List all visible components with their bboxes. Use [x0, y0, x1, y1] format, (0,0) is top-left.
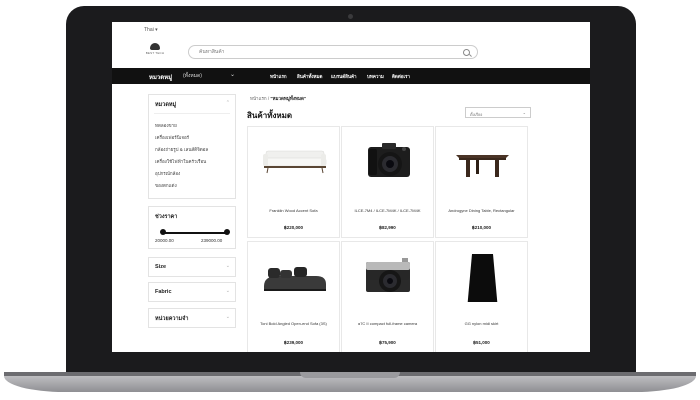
store-logo[interactable]: BEST TECH: [145, 43, 165, 57]
nav-category-sub[interactable]: (ทั้งหมด): [183, 72, 202, 80]
product-price: ฿239,000: [283, 340, 304, 345]
language-selector[interactable]: Thai ▾: [144, 27, 158, 33]
logo-mark-icon: [150, 43, 160, 50]
price-panel-title: ช่วงราคา: [155, 214, 178, 220]
main-nav: หมวดหมู่ (ทั้งหมด) ⌄ หน้าแรก สินค้าทั้งห…: [112, 68, 590, 84]
camera-icon: [348, 14, 353, 19]
product-price: ฿220,000: [283, 225, 304, 230]
search-input[interactable]: [199, 49, 449, 55]
price-slider-track[interactable]: [162, 232, 228, 234]
product-price: ฿210,000: [471, 225, 492, 230]
browser-screen: Thai ▾ BEST TECH หมวดหมู่ (ทั้งหมด) ⌄ หน…: [112, 22, 590, 352]
product-name[interactable]: Toni Bold Angled Open-end Sofa (3S): [254, 321, 333, 327]
breadcrumb-separator: /: [267, 96, 270, 101]
product-name[interactable]: ILCE-7M4 / ILCE-7M4K / ILCE-7M4K: [348, 208, 427, 214]
category-link[interactable]: เครื่องใช้ไฟฟ้าในครัวเรือน: [155, 158, 206, 165]
filter-size-title: Size: [155, 264, 167, 270]
price-slider-min-handle[interactable]: [160, 229, 166, 235]
product-card[interactable]: GG nylon midi skirt ฿51,000: [435, 241, 528, 352]
product-name[interactable]: Franklin Wood Accent Sofa: [254, 208, 333, 214]
chevron-down-icon[interactable]: ⌄: [226, 263, 230, 269]
nav-item-brands[interactable]: แบรนด์สินค้า: [331, 73, 357, 80]
product-image-camera[interactable]: [352, 137, 425, 187]
product-card[interactable]: Toni Bold Angled Open-end Sofa (3S) ฿239…: [247, 241, 340, 352]
chevron-down-icon[interactable]: ⌄: [230, 71, 235, 78]
category-link[interactable]: ของตกแต่ง: [155, 182, 177, 189]
filter-memory-title: หน่วยความจำ: [155, 316, 189, 322]
chevron-down-icon[interactable]: ⌄: [226, 314, 230, 320]
nav-item-home[interactable]: หน้าแรก: [270, 73, 287, 80]
filter-fabric-title: Fabric: [155, 289, 172, 295]
chevron-up-icon[interactable]: ⌃: [226, 100, 230, 106]
breadcrumb-home[interactable]: หน้าแรก: [250, 96, 267, 101]
product-card[interactable]: Franklin Wood Accent Sofa ฿220,000: [247, 126, 340, 238]
category-link[interactable]: กล้องถ่ายรูป & เลนส์ดิจิตอล: [155, 146, 208, 153]
breadcrumb: หน้าแรก / "หมวดหมู่ทั้งหมด": [250, 95, 306, 102]
category-link[interactable]: อุปกรณ์กล้อง: [155, 170, 180, 177]
filter-size[interactable]: Size ⌄: [148, 257, 236, 277]
chevron-down-icon: ⌄: [522, 110, 526, 115]
nav-item-articles[interactable]: บทความ: [367, 73, 384, 80]
category-link[interactable]: ทดลองขาย: [155, 122, 177, 129]
product-card[interactable]: Androgyne Dining Table, Rectangular ฿210…: [435, 126, 528, 238]
nav-category-label[interactable]: หมวดหมู่: [149, 72, 172, 82]
product-card[interactable]: ILCE-7M4 / ILCE-7M4K / ILCE-7M4K ฿82,990: [341, 126, 434, 238]
category-link[interactable]: เครื่องเฟอร์นิเจอร์: [155, 134, 189, 141]
product-name[interactable]: Androgyne Dining Table, Rectangular: [442, 208, 521, 214]
product-image-sofa[interactable]: [258, 252, 331, 302]
nav-item-all-products[interactable]: สินค้าทั้งหมด: [297, 73, 322, 80]
category-panel: หมวดหมู่ ⌃ ทดลองขาย เครื่องเฟอร์นิเจอร์ …: [148, 94, 236, 199]
search-icon[interactable]: [463, 49, 470, 56]
price-max-value: 239000.00: [201, 238, 223, 243]
filter-fabric[interactable]: Fabric ⌄: [148, 282, 236, 302]
product-price: ฿82,990: [379, 225, 396, 230]
category-panel-title: หมวดหมู่: [155, 102, 177, 108]
sort-label: ตั้งเรียง: [470, 112, 483, 117]
chevron-down-icon[interactable]: ⌄: [226, 288, 230, 294]
product-price: ฿51,000: [473, 340, 490, 345]
product-card[interactable]: α7C II compact full-frame camera ฿75,900: [341, 241, 434, 352]
price-min-value: 20000.00: [155, 238, 174, 243]
product-image-skirt[interactable]: [446, 252, 519, 302]
product-name[interactable]: α7C II compact full-frame camera: [348, 321, 427, 327]
search-bar[interactable]: [188, 45, 478, 59]
product-image-camera[interactable]: [352, 252, 425, 302]
product-image-sofa[interactable]: [258, 137, 331, 187]
product-name[interactable]: GG nylon midi skirt: [442, 321, 521, 327]
nav-item-contact[interactable]: ติดต่อเรา: [392, 73, 410, 80]
page-title: สินค้าทั้งหมด: [247, 111, 293, 120]
logo-text: BEST TECH: [145, 51, 165, 55]
laptop-notch: [300, 372, 400, 378]
breadcrumb-current: "หมวดหมู่ทั้งหมด": [270, 96, 307, 101]
divider: [154, 113, 230, 114]
filter-memory[interactable]: หน่วยความจำ ⌄: [148, 308, 236, 328]
product-image-table[interactable]: [446, 137, 519, 187]
product-price: ฿75,900: [379, 340, 396, 345]
price-slider-max-handle[interactable]: [224, 229, 230, 235]
sort-select[interactable]: ตั้งเรียง ⌄: [465, 107, 531, 118]
